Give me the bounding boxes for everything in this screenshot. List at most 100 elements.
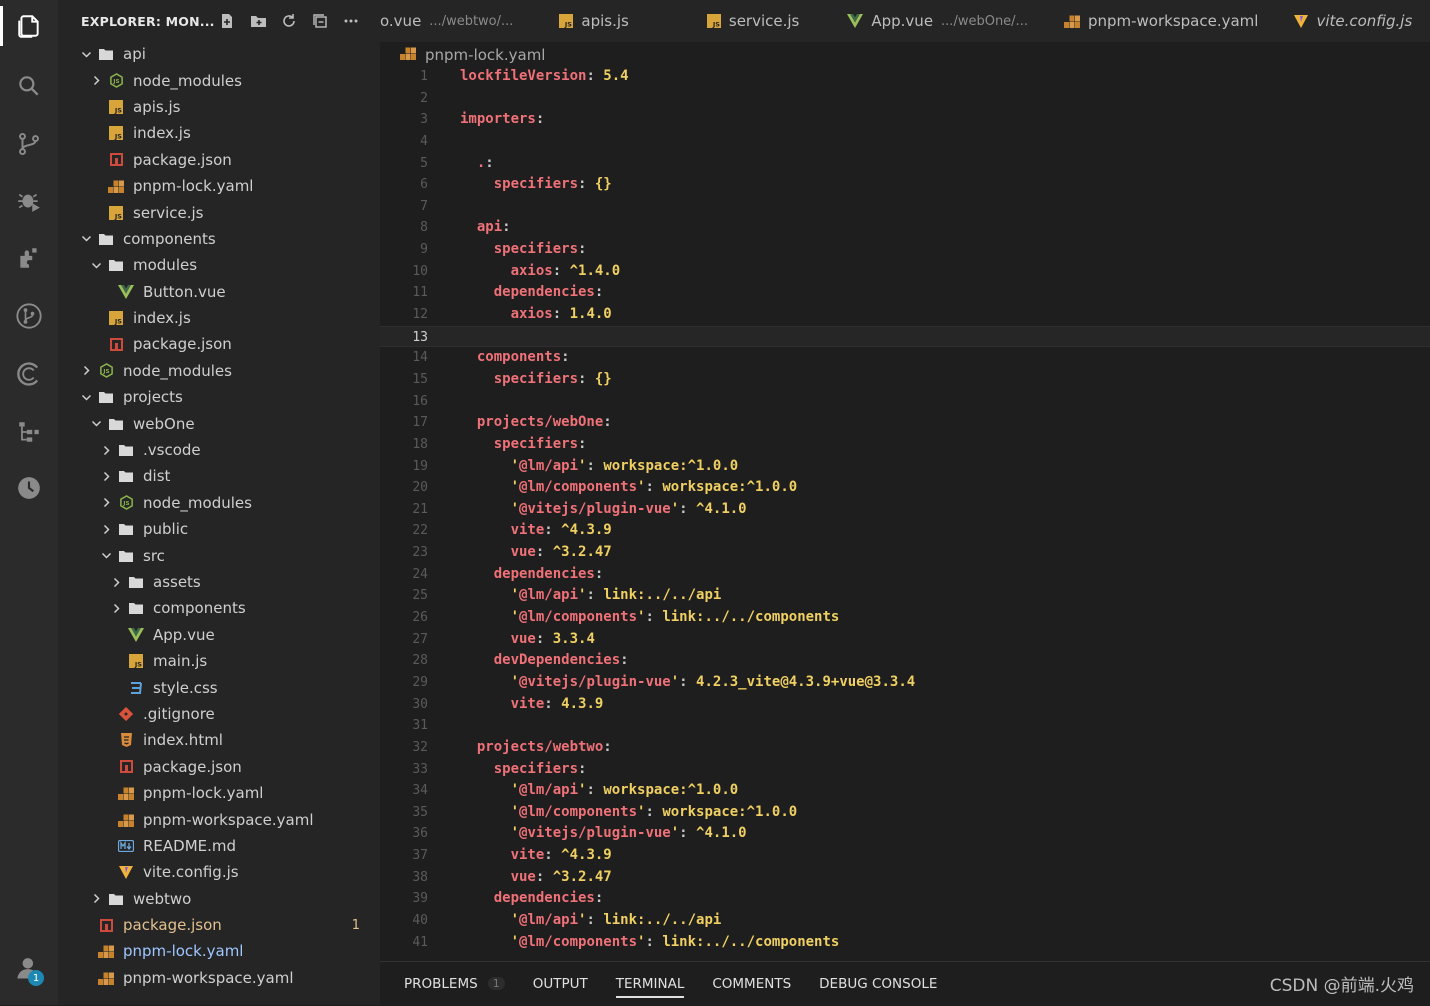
chevron-down-icon[interactable] — [80, 233, 92, 245]
tree-file-package-json[interactable]: package.json 1 — [58, 912, 380, 938]
code-line[interactable]: 4 — [380, 131, 1430, 153]
chevron-right-icon[interactable] — [90, 893, 102, 905]
tree-folder-projects[interactable]: projects — [58, 384, 380, 410]
chevron-right-icon[interactable] — [100, 523, 112, 535]
chevron-down-icon[interactable] — [80, 391, 92, 403]
code-line[interactable]: 11 dependencies: — [380, 282, 1430, 304]
code-line[interactable]: 19 '@lm/api': workspace:^1.0.0 — [380, 456, 1430, 478]
chevron-down-icon[interactable] — [90, 418, 102, 430]
more-actions-button[interactable] — [342, 12, 360, 30]
tree-folder-api[interactable]: api — [58, 41, 380, 67]
tree-file--gitignore[interactable]: .gitignore — [58, 701, 380, 727]
tree-file-pnpm-lock-yaml[interactable]: pnpm-lock.yaml — [58, 173, 380, 199]
tree-file-pnpm-lock-yaml[interactable]: pnpm-lock.yaml — [58, 938, 380, 964]
code-line[interactable]: 30 vite: 4.3.9 — [380, 694, 1430, 716]
tree-file-main-js[interactable]: JS main.js — [58, 648, 380, 674]
chevron-right-icon[interactable] — [100, 444, 112, 456]
new-file-button[interactable] — [218, 12, 236, 30]
code-line[interactable]: 5 .: — [380, 153, 1430, 175]
code-line[interactable]: 32 projects/webtwo: — [380, 737, 1430, 759]
code-line[interactable]: 9 specifiers: — [380, 239, 1430, 261]
code-line[interactable]: 26 '@lm/components': link:../../componen… — [380, 607, 1430, 629]
code-line[interactable]: 23 vue: ^3.2.47 — [380, 542, 1430, 564]
tree-file-app-vue[interactable]: App.vue — [58, 622, 380, 648]
tree-file-package-json[interactable]: package.json — [58, 754, 380, 780]
tree-file-button-vue[interactable]: Button.vue — [58, 279, 380, 305]
tree-file-index-js[interactable]: JS index.js — [58, 305, 380, 331]
tree-file-service-js[interactable]: JS service.js — [58, 199, 380, 225]
tree-file-readme-md[interactable]: README.md — [58, 833, 380, 859]
panel-tab-debug-console[interactable]: DEBUG CONSOLE — [819, 962, 937, 1006]
explorer-activity-button[interactable] — [0, 2, 58, 50]
code-editor[interactable]: 1 lockfileVersion: 5.4 2 3 importers: 4 5 .: 6 … — [380, 66, 1430, 961]
code-line[interactable]: 8 api: — [380, 217, 1430, 239]
tree-folder-modules[interactable]: modules — [58, 252, 380, 278]
chevron-down-icon[interactable] — [90, 259, 102, 271]
code-line[interactable]: 16 — [380, 391, 1430, 413]
code-line[interactable]: 10 axios: ^1.4.0 — [380, 261, 1430, 283]
tree-file-package-json[interactable]: package.json — [58, 147, 380, 173]
chevron-right-icon[interactable] — [80, 365, 92, 377]
code-line[interactable]: 3 importers: — [380, 109, 1430, 131]
tree-folder-assets[interactable]: assets — [58, 569, 380, 595]
timeline-activity-button[interactable] — [0, 408, 58, 456]
tree-file-package-json[interactable]: package.json — [58, 331, 380, 357]
extensions-activity-button[interactable] — [0, 234, 58, 282]
chevron-down-icon[interactable] — [80, 48, 92, 60]
tree-folder-node-modules[interactable]: JS node_modules — [58, 358, 380, 384]
panel-tab-problems[interactable]: PROBLEMS 1 — [404, 962, 505, 1006]
editor-tab-apis-js[interactable]: JS apis.js — [541, 0, 688, 42]
editor-tab-app-vue[interactable]: App.vue .../webOne/... — [829, 0, 1046, 42]
tree-file-index-html[interactable]: index.html — [58, 727, 380, 753]
accounts-activity-button[interactable]: 1 — [0, 944, 58, 992]
code-line[interactable]: 29 '@vitejs/plugin-vue': 4.2.3_vite@4.3.… — [380, 672, 1430, 694]
search-activity-button[interactable] — [0, 62, 58, 110]
tree-file-pnpm-lock-yaml[interactable]: pnpm-lock.yaml — [58, 780, 380, 806]
editor-tab-pnpm-workspace-yaml[interactable]: pnpm-workspace.yaml — [1046, 0, 1277, 42]
code-line[interactable]: 27 vue: 3.3.4 — [380, 629, 1430, 651]
code-line[interactable]: 17 projects/webOne: — [380, 412, 1430, 434]
panel-tab-output[interactable]: OUTPUT — [533, 962, 588, 1006]
code-line[interactable]: 6 specifiers: {} — [380, 174, 1430, 196]
panel-tab-terminal[interactable]: TERMINAL — [615, 962, 684, 1006]
code-line[interactable]: 21 '@vitejs/plugin-vue': ^4.1.0 — [380, 499, 1430, 521]
code-line[interactable]: 14 components: — [380, 347, 1430, 369]
code-line[interactable]: 41 '@lm/components': link:../../componen… — [380, 932, 1430, 954]
code-line[interactable]: 28 devDependencies: — [380, 650, 1430, 672]
collapse-all-button[interactable] — [311, 12, 329, 30]
code-line[interactable]: 2 — [380, 88, 1430, 110]
chevron-down-icon[interactable] — [100, 550, 112, 562]
panel-tab-comments[interactable]: COMMENTS — [712, 962, 791, 1006]
code-line[interactable]: 36 '@vitejs/plugin-vue': ^4.1.0 — [380, 823, 1430, 845]
source-control-activity-button[interactable] — [0, 120, 58, 168]
code-line[interactable]: 40 '@lm/api': link:../../api — [380, 910, 1430, 932]
tree-folder-components[interactable]: components — [58, 226, 380, 252]
code-line[interactable]: 7 — [380, 196, 1430, 218]
code-line[interactable]: 33 specifiers: — [380, 759, 1430, 781]
refresh-button[interactable] — [280, 12, 298, 30]
tree-folder-node-modules[interactable]: JS node_modules — [58, 67, 380, 93]
chevron-right-icon[interactable] — [90, 75, 102, 87]
tree-folder-components[interactable]: components — [58, 595, 380, 621]
code-line[interactable]: 38 vue: ^3.2.47 — [380, 867, 1430, 889]
code-line[interactable]: 22 vite: ^4.3.9 — [380, 520, 1430, 542]
tree-folder--vscode[interactable]: .vscode — [58, 437, 380, 463]
chevron-right-icon[interactable] — [110, 602, 122, 614]
code-line[interactable]: 12 axios: 1.4.0 — [380, 304, 1430, 326]
clock-activity-button[interactable] — [0, 464, 58, 512]
tree-folder-public[interactable]: public — [58, 516, 380, 542]
editor-tab-vite-config-js[interactable]: vite.config.js — [1276, 0, 1430, 42]
code-line[interactable]: 18 specifiers: — [380, 434, 1430, 456]
editor-tab-service-js[interactable]: JS service.js — [689, 0, 829, 42]
code-line[interactable]: 24 dependencies: — [380, 564, 1430, 586]
tree-file-index-js[interactable]: JS index.js — [58, 120, 380, 146]
code-line[interactable]: 35 '@lm/components': workspace:^1.0.0 — [380, 802, 1430, 824]
code-line[interactable]: 39 dependencies: — [380, 888, 1430, 910]
code-line[interactable]: 20 '@lm/components': workspace:^1.0.0 — [380, 477, 1430, 499]
chevron-right-icon[interactable] — [100, 497, 112, 509]
code-line[interactable]: 1 lockfileVersion: 5.4 — [380, 66, 1430, 88]
tree-folder-dist[interactable]: dist — [58, 463, 380, 489]
tree-file-vite-config-js[interactable]: vite.config.js — [58, 859, 380, 885]
tree-file-pnpm-workspace-yaml[interactable]: pnpm-workspace.yaml — [58, 806, 380, 832]
tree-file-style-css[interactable]: style.css — [58, 674, 380, 700]
